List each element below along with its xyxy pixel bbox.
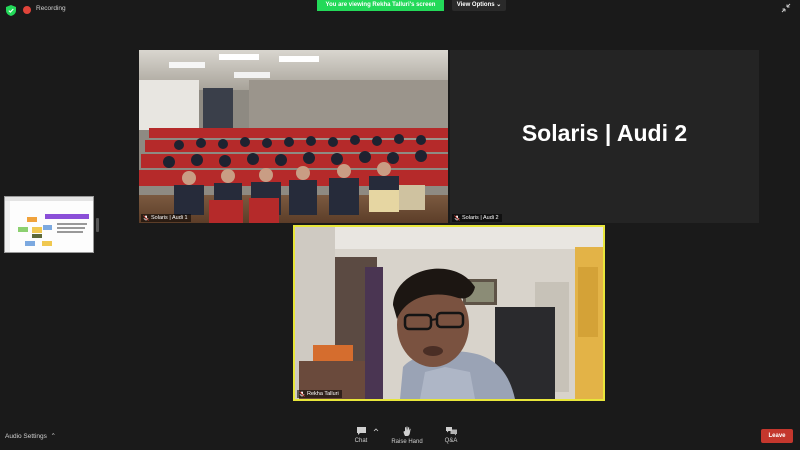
chat-label: Chat bbox=[354, 438, 368, 444]
viewing-screen-banner: You are viewing Rekha Talluri's screen bbox=[317, 0, 444, 11]
chevron-up-icon[interactable] bbox=[373, 427, 379, 433]
recording-label: Recording bbox=[36, 5, 66, 12]
raise-hand-button[interactable]: Raise Hand bbox=[389, 426, 425, 445]
audi2-display-name: Solaris | Audi 2 bbox=[521, 120, 688, 146]
chat-icon bbox=[356, 427, 366, 435]
tile-name-audi1: Solaris | Audi 1 bbox=[141, 214, 191, 222]
video-tile-audi2[interactable]: Solaris | Audi 2 Solaris | Audi 2 bbox=[450, 50, 759, 223]
security-shield-icon[interactable] bbox=[6, 5, 16, 16]
mic-muted-icon bbox=[299, 391, 305, 397]
qa-button[interactable]: Q&A bbox=[442, 426, 460, 444]
video-tile-rekha[interactable]: Rekha Talluri bbox=[293, 225, 605, 401]
qa-icon bbox=[445, 427, 457, 436]
tile-name-label: Solaris | Audi 2 bbox=[462, 215, 499, 221]
record-icon[interactable] bbox=[23, 6, 31, 14]
tile-name-label: Rekha Talluri bbox=[307, 391, 339, 397]
auditorium-video bbox=[139, 50, 448, 223]
mic-muted-icon bbox=[454, 215, 460, 221]
tile-name-label: Solaris | Audi 1 bbox=[151, 215, 188, 221]
thumbnail-resize-handle[interactable] bbox=[96, 218, 99, 232]
view-options-label: View Options bbox=[456, 2, 495, 8]
view-options-button[interactable]: View Options ⌄ bbox=[452, 0, 506, 11]
chevron-up-icon: ⌃ bbox=[48, 433, 56, 440]
shared-screen-thumbnail[interactable] bbox=[4, 196, 94, 253]
tile-name-audi2: Solaris | Audi 2 bbox=[452, 214, 502, 222]
speaker-video bbox=[295, 227, 603, 399]
audio-settings-label: Audio Settings bbox=[5, 433, 47, 440]
chat-button[interactable]: Chat bbox=[351, 426, 371, 444]
video-tile-audi1[interactable]: Solaris | Audi 1 bbox=[139, 50, 448, 223]
chevron-down-icon: ⌄ bbox=[496, 2, 502, 8]
shared-screen-preview bbox=[5, 197, 93, 252]
raise-hand-icon bbox=[403, 426, 411, 436]
tile-name-rekha: Rekha Talluri bbox=[297, 390, 342, 398]
collapse-icon[interactable] bbox=[781, 3, 791, 13]
audio-settings-button[interactable]: Audio Settings ⌃ bbox=[5, 432, 56, 440]
qa-label: Q&A bbox=[444, 438, 458, 444]
leave-button[interactable]: Leave bbox=[761, 429, 793, 443]
raise-hand-label: Raise Hand bbox=[391, 439, 423, 445]
mic-muted-icon bbox=[143, 215, 149, 221]
